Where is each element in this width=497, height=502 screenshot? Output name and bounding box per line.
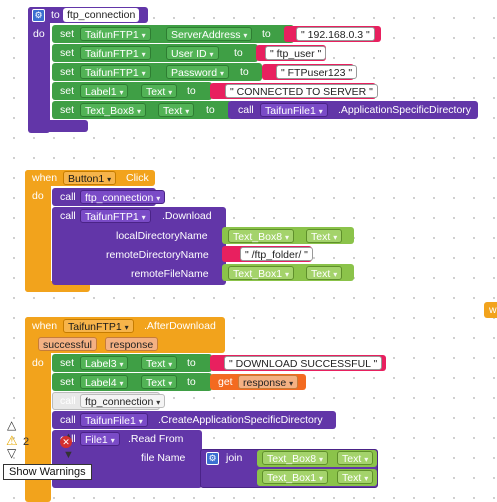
param-label: file Name <box>141 452 186 464</box>
variable-dropdown[interactable]: response ▾ <box>238 375 299 389</box>
property-dropdown[interactable]: ServerAddress ▾ <box>166 27 253 41</box>
dropdown-arrow-icon: ▾ <box>141 31 146 40</box>
property-dropdown[interactable]: Text ▾ <box>306 229 343 243</box>
gear-icon[interactable]: ⚙ <box>206 452 219 465</box>
property-dropdown[interactable]: Text ▾ <box>141 84 178 98</box>
property-dropdown[interactable]: User ID ▾ <box>166 46 219 60</box>
component-dropdown[interactable]: TaifunFTP1 ▾ <box>80 27 151 41</box>
component-dropdown[interactable]: Text_Box1 ▾ <box>228 266 294 280</box>
to-keyword: to <box>206 104 215 116</box>
text-value-field[interactable]: " ftp_user " <box>265 46 327 60</box>
component-dropdown[interactable]: Text_Box8 ▾ <box>228 229 294 243</box>
set-keyword: set <box>60 376 75 388</box>
property-dropdown[interactable]: Text ▾ <box>158 103 195 117</box>
component-dropdown[interactable]: TaifunFile1 ▾ <box>260 103 328 117</box>
property-dropdown[interactable]: Text ▾ <box>141 356 178 370</box>
component-dropdown[interactable]: TaifunFTP1 ▾ <box>80 209 151 223</box>
set-keyword: set <box>60 66 75 78</box>
component-dropdown[interactable]: TaifunFTP1 ▾ <box>63 319 134 333</box>
set-keyword: set <box>60 104 75 116</box>
to-keyword: to <box>187 85 196 97</box>
do-keyword: do <box>32 190 44 202</box>
proc-name-field[interactable]: ftp_connection <box>63 8 140 22</box>
component-dropdown[interactable]: Label4 ▾ <box>80 375 129 389</box>
to-keyword: to <box>240 66 249 78</box>
to-keyword: to <box>234 47 243 59</box>
call-keyword: call <box>60 395 76 407</box>
arrow-down-icon[interactable]: ▼ <box>63 449 74 461</box>
set-keyword: set <box>60 357 75 369</box>
property-dropdown[interactable]: Text ▾ <box>306 266 343 280</box>
param-successful[interactable]: successful <box>38 337 98 351</box>
procedure-dropdown[interactable]: ftp_connection ▾ <box>80 190 166 204</box>
text-value-field[interactable]: " /ftp_folder/ " <box>240 247 313 261</box>
warning-count: 2 <box>23 436 30 448</box>
component-dropdown[interactable]: Text_Box8 ▾ <box>262 451 328 465</box>
get-keyword: get <box>218 376 233 388</box>
method-label: .ApplicationSpecificDirectory <box>338 104 472 116</box>
set-keyword: set <box>60 28 75 40</box>
to-keyword: to <box>187 376 196 388</box>
component-dropdown[interactable]: Label3 ▾ <box>80 356 129 370</box>
do-keyword: do <box>32 357 44 369</box>
proc-do-label: do <box>33 28 45 40</box>
text-value-field[interactable]: " CONNECTED TO SERVER " <box>225 84 378 98</box>
procedure-dropdown[interactable]: ftp_connection ▾ <box>80 394 166 408</box>
text-value-field[interactable]: " 192.168.0.3 " <box>296 27 375 41</box>
event-name-label: Click <box>126 172 149 184</box>
proc-to-label: to <box>51 9 60 21</box>
arrow-down-icon[interactable]: ▽ <box>7 446 16 460</box>
property-dropdown[interactable]: Text ▾ <box>337 451 374 465</box>
component-dropdown[interactable]: TaifunFTP1 ▾ <box>80 65 151 79</box>
param-response[interactable]: response <box>105 337 159 351</box>
property-dropdown[interactable]: Text ▾ <box>141 375 178 389</box>
component-dropdown[interactable]: Text_Box1 ▾ <box>262 470 328 484</box>
to-keyword: to <box>262 28 271 40</box>
show-warnings-button[interactable]: Show Warnings <box>3 464 92 480</box>
component-dropdown[interactable]: TaifunFile1 ▾ <box>80 413 148 427</box>
join-keyword: join <box>226 452 243 464</box>
property-dropdown[interactable]: Text ▾ <box>337 470 374 484</box>
arrow-up-icon[interactable]: △ <box>7 418 16 432</box>
param-label: remoteDirectoryName <box>106 249 209 261</box>
component-dropdown[interactable]: File1 ▾ <box>80 432 120 446</box>
error-icon[interactable]: ✕ <box>60 436 72 448</box>
call-keyword: call <box>60 414 76 426</box>
method-label: .CreateApplicationSpecificDirectory <box>158 414 323 426</box>
set-keyword: set <box>60 85 75 97</box>
property-dropdown[interactable]: Password ▾ <box>166 65 230 79</box>
call-keyword: call <box>60 191 76 203</box>
to-keyword: to <box>187 357 196 369</box>
text-value-field[interactable]: " DOWNLOAD SUCCESSFUL " <box>224 356 383 370</box>
component-dropdown[interactable]: Text_Box8 ▾ <box>80 103 146 117</box>
param-label: localDirectoryName <box>116 230 208 242</box>
event-name-label: .AfterDownload <box>144 320 216 332</box>
component-dropdown[interactable]: Button1 ▾ <box>63 171 117 185</box>
when-keyword: when <box>32 172 58 184</box>
component-dropdown[interactable]: TaifunFTP1 ▾ <box>80 46 151 60</box>
call-keyword: call <box>60 210 76 222</box>
edge-block-label: w <box>489 304 497 316</box>
set-keyword: set <box>60 47 75 59</box>
text-value-field[interactable]: " FTPuser123 " <box>276 65 358 79</box>
call-keyword: call <box>238 104 254 116</box>
component-dropdown[interactable]: Label1 ▾ <box>80 84 129 98</box>
method-label: .Download <box>162 210 212 222</box>
method-label: .Read From <box>128 433 184 445</box>
gear-icon[interactable]: ⚙ <box>32 9 45 22</box>
when-keyword: when <box>32 320 58 332</box>
param-label: remoteFileName <box>131 268 209 280</box>
